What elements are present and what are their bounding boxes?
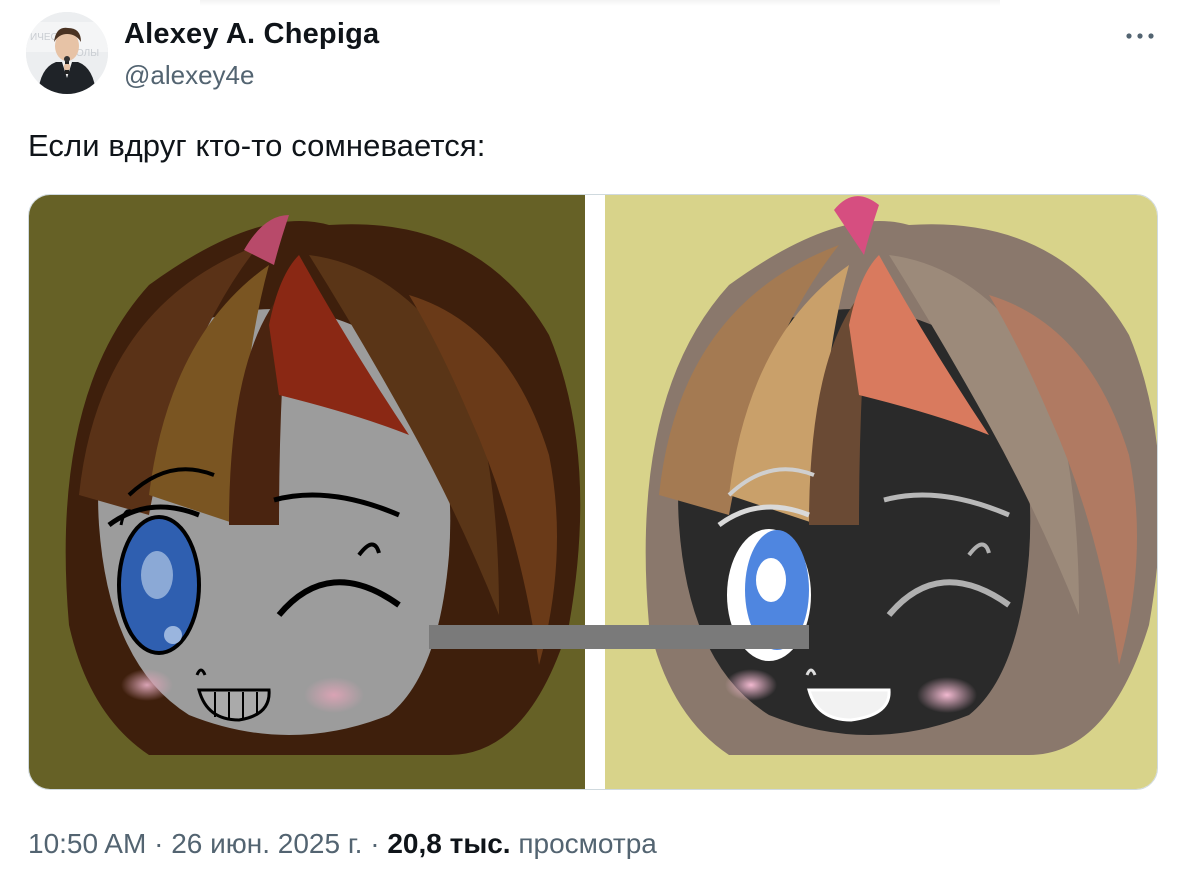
meta-separator: · (362, 828, 388, 859)
tweet: ИЧЕСК ОЛЫ Alexey A. Chepiga @alexey4e Ес… (0, 0, 1178, 884)
tweet-date[interactable]: 26 июн. 2025 г. (171, 828, 362, 859)
author-avatar[interactable]: ИЧЕСК ОЛЫ (26, 12, 108, 94)
right-panel (605, 195, 1157, 789)
author-name[interactable]: Alexey A. Chepiga (124, 18, 379, 51)
more-horizontal-icon (1126, 33, 1154, 39)
illusion-image (29, 195, 1157, 789)
tweet-time[interactable]: 10:50 AM (28, 828, 146, 859)
comparison-bar (429, 625, 809, 649)
avatar-photo: ИЧЕСК ОЛЫ (26, 12, 108, 94)
top-divider (200, 0, 1000, 6)
views-count: 20,8 тыс. (387, 828, 511, 859)
views-label: просмотра (510, 828, 657, 859)
tweet-meta: 10:50 AM · 26 июн. 2025 г. · 20,8 тыс. п… (28, 828, 657, 860)
author-handle[interactable]: @alexey4e (124, 60, 254, 91)
more-button[interactable] (1118, 22, 1162, 50)
left-panel (29, 195, 585, 789)
svg-text:ОЛЫ: ОЛЫ (76, 48, 99, 59)
meta-separator: · (146, 828, 172, 859)
tweet-text: Если вдруг кто-то сомневается: (28, 128, 486, 163)
tweet-media-image[interactable] (28, 194, 1158, 790)
